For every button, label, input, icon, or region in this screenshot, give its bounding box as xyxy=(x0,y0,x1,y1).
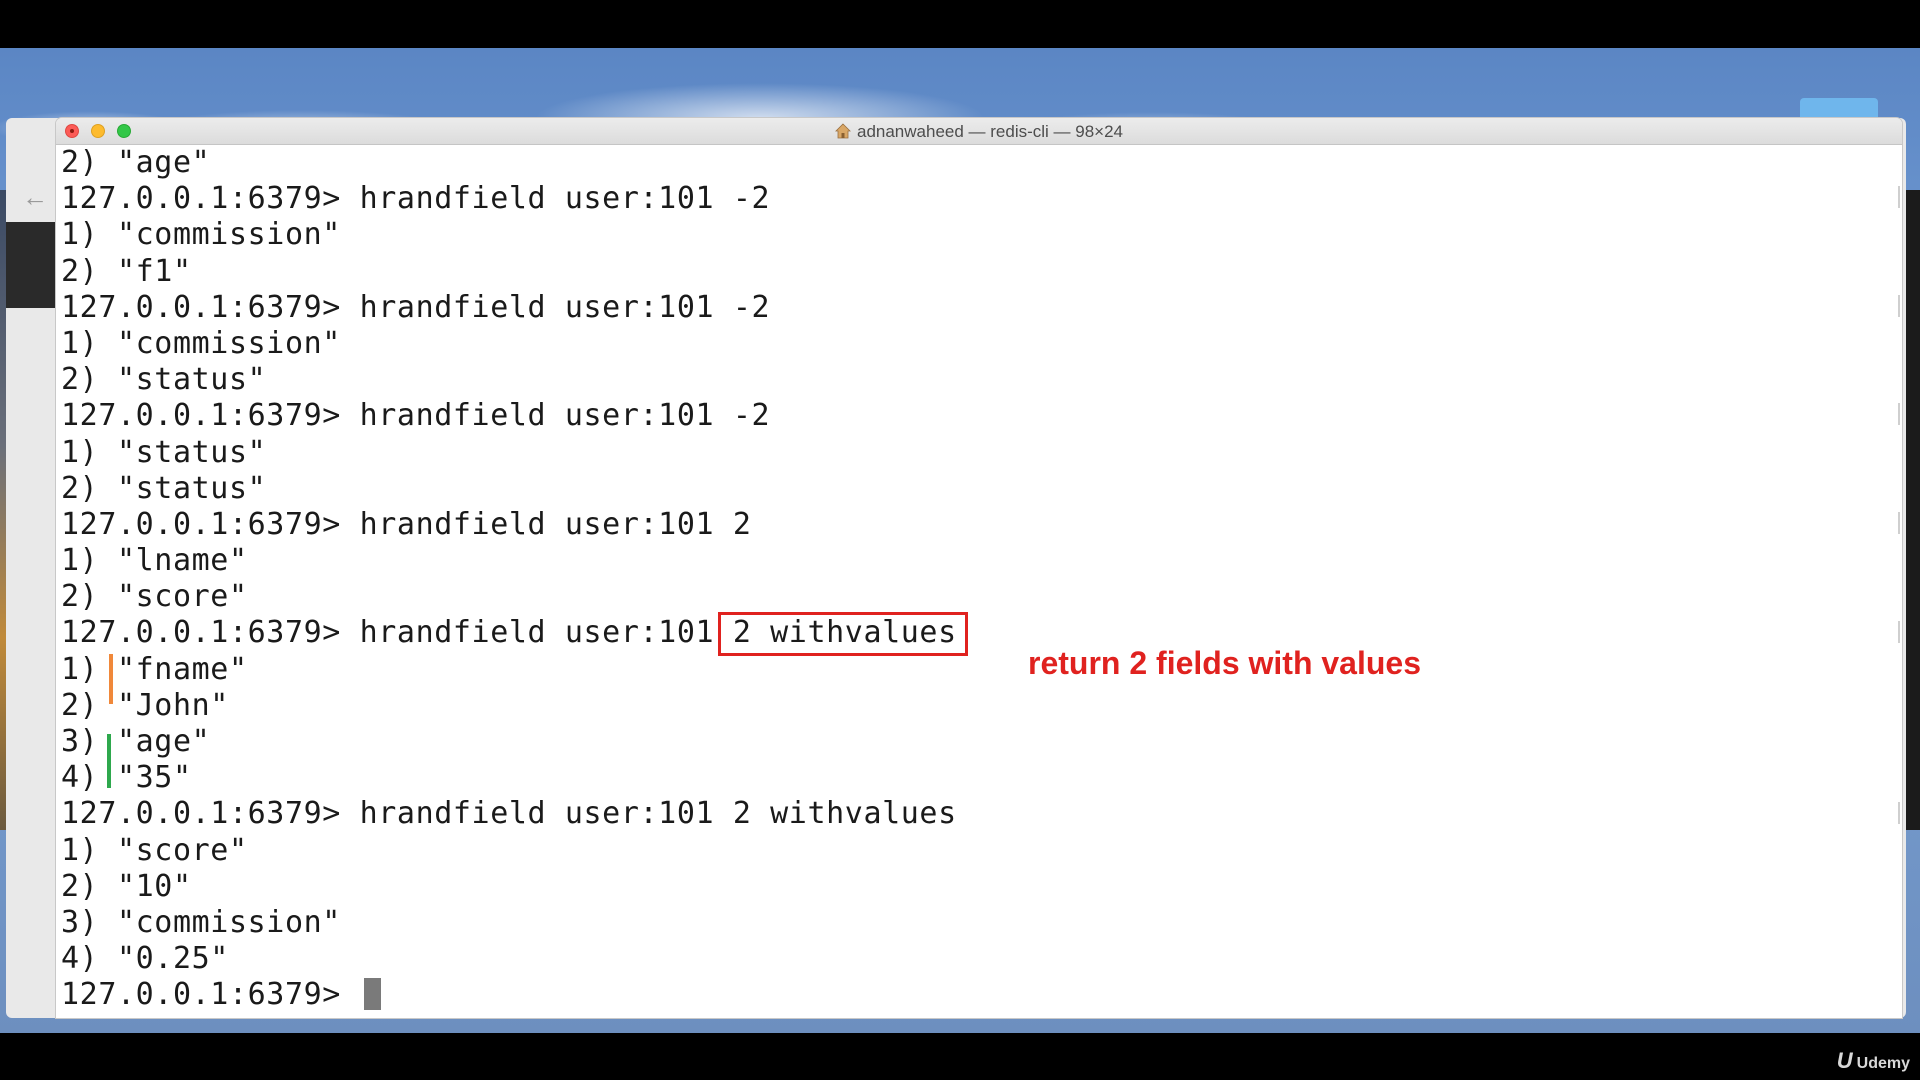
scroll-mark xyxy=(1898,512,1900,534)
udemy-watermark-text: Udemy xyxy=(1856,1055,1910,1072)
terminal-line: 2) "age" xyxy=(61,145,211,180)
field-value-bracket-green xyxy=(107,734,111,788)
annotation-label: return 2 fields with values xyxy=(1028,645,1421,681)
terminal-line: 127.0.0.1:6379> hrandfield user:101 2 xyxy=(61,506,752,542)
terminal-line: 1) "lname" xyxy=(61,543,248,579)
terminal-line: 4) "0.25" xyxy=(61,941,229,977)
terminal-line: 127.0.0.1:6379> hrandfield user:101 -2 xyxy=(61,181,771,217)
text-cursor xyxy=(363,978,381,1011)
highlight-box xyxy=(718,612,968,656)
field-value-bracket-orange xyxy=(109,654,113,704)
terminal-line: 127.0.0.1:6379> hrandfield user:101 -2 xyxy=(61,398,771,434)
folder-icon[interactable] xyxy=(1800,98,1878,118)
terminal-window[interactable]: adnanwaheed — redis-cli — 98×24 2) "age"… xyxy=(56,118,1902,1018)
terminal-output[interactable]: 2) "age" 127.0.0.1:6379> hrandfield user:… xyxy=(56,145,1902,1014)
back-arrow-icon[interactable]: ← xyxy=(22,182,48,213)
terminal-prompt: 127.0.0.1:6379> xyxy=(61,977,360,1013)
terminal-line: 2) "John" xyxy=(61,687,229,723)
terminal-line: 1) "commission" xyxy=(61,217,341,253)
udemy-logo-icon: U xyxy=(1836,1048,1853,1073)
terminal-line: 2) "status" xyxy=(61,470,267,506)
terminal-line: 2) "score" xyxy=(61,579,248,615)
scroll-mark xyxy=(1898,186,1900,209)
terminal-line: 1) "score" xyxy=(61,832,248,868)
window-titlebar[interactable]: adnanwaheed — redis-cli — 98×24 xyxy=(56,118,1902,145)
scroll-mark xyxy=(1898,294,1900,317)
terminal-line: 127.0.0.1:6379> hrandfield user:101 2 wi… xyxy=(61,615,957,651)
scroll-markers xyxy=(1892,144,1902,1018)
screen: ← adnanwaheed — redis-cli — 98×24 2) "ag… xyxy=(0,0,1920,1080)
window-title-container: adnanwaheed — redis-cli — 98×24 xyxy=(56,122,1902,142)
terminal-line: 1) "status" xyxy=(61,434,267,470)
window-title: adnanwaheed — redis-cli — 98×24 xyxy=(856,122,1124,141)
terminal-line: 1) "fname" xyxy=(61,651,248,687)
scroll-mark xyxy=(1898,403,1900,426)
terminal-line: 127.0.0.1:6379> hrandfield user:101 -2 xyxy=(61,289,771,325)
terminal-line: 1) "commission" xyxy=(61,325,341,361)
background-panel xyxy=(6,222,56,308)
udemy-watermark: U Udemy xyxy=(1837,1048,1910,1074)
terminal-line: 3) "commission" xyxy=(61,904,341,940)
terminal-line: 2) "10" xyxy=(61,868,192,904)
terminal-line: 2) "status" xyxy=(61,362,267,398)
scroll-mark xyxy=(1898,620,1900,643)
terminal-line: 127.0.0.1:6379> hrandfield user:101 2 wi… xyxy=(61,796,957,832)
home-icon xyxy=(835,123,851,139)
terminal-line: 4) "35" xyxy=(61,760,192,796)
terminal-line: 3) "age" xyxy=(61,724,211,759)
terminal-line: 2) "f1" xyxy=(61,253,192,289)
terminal-prompt-line[interactable]: 127.0.0.1:6379> xyxy=(61,977,1902,1013)
scroll-mark xyxy=(1898,801,1900,824)
